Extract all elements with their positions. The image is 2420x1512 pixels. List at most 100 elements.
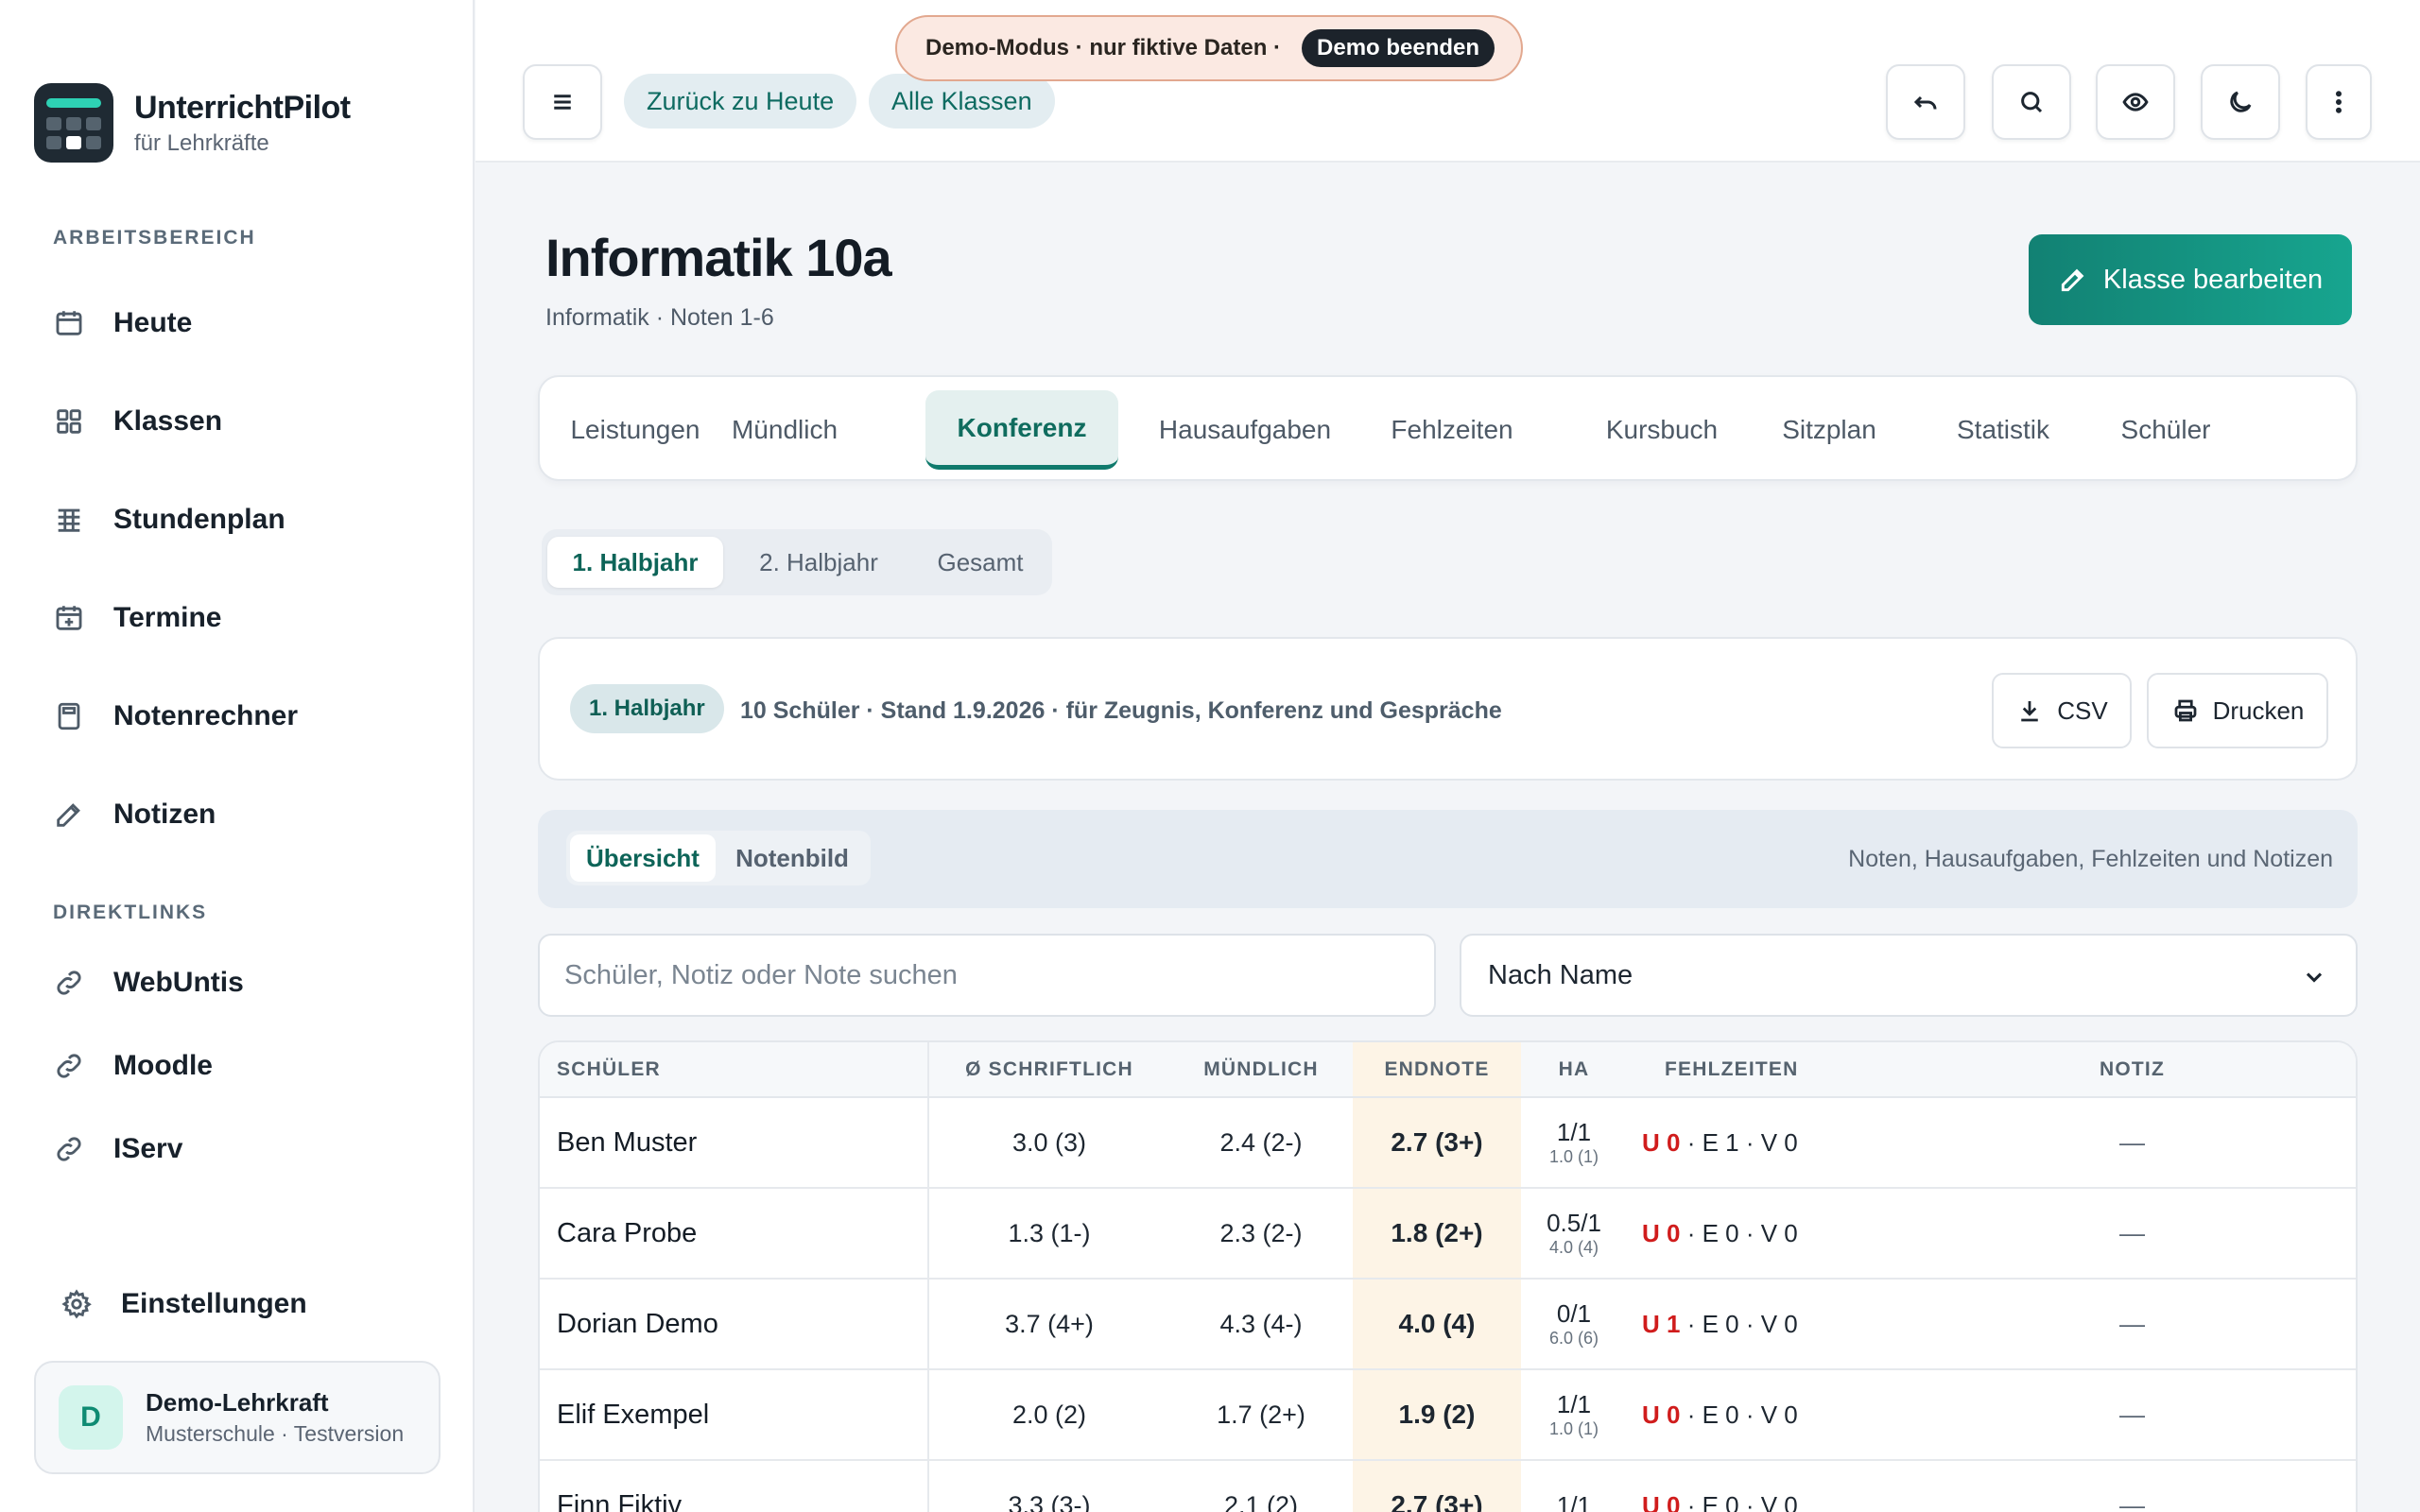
tab-leistungen[interactable]: Leistungen: [568, 390, 702, 470]
absences-rest: · E 0 · V 0: [1680, 1218, 1798, 1247]
unexcused-count: U 1: [1642, 1309, 1681, 1338]
table-row[interactable]: Ben Muster 3.0 (3) 2.4 (2-) 2.7 (3+) 1/1…: [540, 1097, 2356, 1189]
homework-grade: 4.0 (4): [1548, 1238, 1599, 1257]
summary-text: 10 Schüler · Stand 1.9.2026 · für Zeugni…: [740, 697, 1502, 724]
unexcused-count: U 0: [1642, 1490, 1681, 1512]
note-cell[interactable]: —: [1905, 1279, 2356, 1370]
view-switch: Übersicht Notenbild: [566, 831, 871, 885]
homework-ratio: 1/1: [1556, 1491, 1592, 1512]
edit-class-button[interactable]: Klasse bearbeiten: [2029, 234, 2352, 325]
sort-select-value: Nach Name: [1488, 959, 1634, 990]
sort-select[interactable]: Nach Name: [1460, 934, 2358, 1017]
link-icon: [57, 971, 81, 995]
note-cell[interactable]: —: [1905, 1369, 2356, 1461]
sidebar-link-webuntis[interactable]: WebUntis: [53, 954, 431, 1011]
written-average: 1.3 (1-): [928, 1188, 1169, 1280]
header-oral[interactable]: MÜNDLICH: [1169, 1042, 1353, 1098]
homework-grade: 6.0 (6): [1548, 1329, 1599, 1348]
back-to-today-button[interactable]: Zurück zu Heute: [624, 74, 857, 129]
note-cell[interactable]: —: [1905, 1460, 2356, 1512]
absences-cell: U 0 · E 0 · V 0: [1627, 1369, 1905, 1461]
absences-rest: · E 0 · V 0: [1680, 1309, 1798, 1338]
view-overview[interactable]: Übersicht: [570, 834, 716, 882]
user-card[interactable]: D Demo-Lehrkraft Musterschule · Testvers…: [34, 1361, 441, 1474]
oral-grade: 2.1 (2): [1169, 1460, 1353, 1512]
menu-button[interactable]: [523, 64, 602, 140]
tab-kursbuch[interactable]: Kursbuch: [1591, 390, 1733, 470]
all-classes-button[interactable]: Alle Klassen: [869, 74, 1055, 129]
printer-icon: [2174, 699, 2196, 722]
note-cell[interactable]: —: [1905, 1097, 2356, 1189]
print-button[interactable]: Drucken: [2147, 673, 2328, 748]
header-absences[interactable]: FEHLZEITEN: [1627, 1042, 1905, 1098]
more-vertical-icon: [2336, 91, 2342, 113]
sidebar-item-heute[interactable]: Heute: [53, 295, 431, 352]
brand[interactable]: UnterrichtPilot für Lehrkräfte: [34, 83, 351, 163]
end-demo-button[interactable]: Demo beenden: [1302, 29, 1495, 67]
sidebar-item-label: Moodle: [113, 1050, 213, 1081]
sidebar-item-label: Einstellungen: [121, 1288, 307, 1319]
header-written[interactable]: Ø SCHRIFTLICH: [928, 1042, 1169, 1098]
edit-class-label: Klasse bearbeiten: [2102, 264, 2324, 295]
undo-icon: [1913, 95, 1937, 110]
eye-icon: [2122, 93, 2149, 112]
undo-button[interactable]: [1886, 64, 1965, 140]
table-row[interactable]: Finn Fiktiv 3.3 (3-) 2.1 (2) 2.7 (3+) 1/…: [540, 1460, 2356, 1512]
semester-option-1[interactable]: 1. Halbjahr: [547, 537, 723, 588]
header-student[interactable]: SCHÜLER: [540, 1042, 929, 1098]
homework-ratio: 0.5/1: [1547, 1209, 1601, 1237]
preview-button[interactable]: [2096, 64, 2175, 140]
header-homework[interactable]: HA: [1521, 1042, 1627, 1098]
header-final[interactable]: ENDNOTE: [1353, 1042, 1521, 1098]
sidebar-item-stundenplan[interactable]: Stundenplan: [53, 491, 431, 548]
sidebar-link-moodle[interactable]: Moodle: [53, 1038, 431, 1094]
sidebar-item-notizen[interactable]: Notizen: [53, 786, 431, 843]
app-name: UnterrichtPilot: [134, 89, 351, 126]
oral-grade: 4.3 (4-): [1169, 1279, 1353, 1370]
tab-konferenz[interactable]: Konferenz: [925, 390, 1118, 470]
tab-muendlich[interactable]: Mündlich: [717, 390, 852, 470]
tab-hausaufgaben[interactable]: Hausaufgaben: [1150, 390, 1340, 470]
dark-mode-button[interactable]: [2201, 64, 2280, 140]
view-grade-distribution[interactable]: Notenbild: [719, 834, 865, 882]
student-name[interactable]: Dorian Demo: [540, 1279, 929, 1370]
homework-grade: 1.0 (1): [1548, 1419, 1599, 1438]
more-button[interactable]: [2306, 64, 2372, 140]
header-note[interactable]: NOTIZ: [1905, 1042, 2356, 1098]
sidebar-link-iserv[interactable]: IServ: [53, 1121, 431, 1177]
tab-sitzplan[interactable]: Sitzplan: [1763, 390, 1895, 470]
student-search-input[interactable]: [538, 934, 1436, 1017]
table-row[interactable]: Dorian Demo 3.7 (4+) 4.3 (4-) 4.0 (4) 0/…: [540, 1279, 2356, 1370]
tab-statistik[interactable]: Statistik: [1927, 390, 2079, 470]
student-name[interactable]: Finn Fiktiv: [540, 1460, 929, 1512]
search-button[interactable]: [1992, 64, 2071, 140]
final-grade: 1.8 (2+): [1353, 1188, 1521, 1280]
sidebar-item-termine[interactable]: Termine: [53, 590, 431, 646]
csv-label: CSV: [2057, 696, 2108, 725]
sidebar-item-notenrechner[interactable]: Notenrechner: [53, 688, 431, 745]
sidebar-item-label: Stundenplan: [113, 504, 285, 535]
tab-fehlzeiten[interactable]: Fehlzeiten: [1381, 390, 1523, 470]
demo-banner: Demo-Modus · nur fiktive Daten · Demo be…: [895, 15, 1523, 81]
absences-cell: U 0 · E 0 · V 0: [1627, 1460, 1905, 1512]
semester-option-total[interactable]: Gesamt: [912, 537, 1048, 588]
student-name[interactable]: Elif Exempel: [540, 1369, 929, 1461]
tab-schueler[interactable]: Schüler: [2090, 390, 2241, 470]
homework-ratio: 0/1: [1556, 1299, 1592, 1328]
csv-export-button[interactable]: CSV: [1992, 673, 2132, 748]
homework-cell: 1/1 1.0 (1): [1521, 1097, 1627, 1189]
student-name[interactable]: Ben Muster: [540, 1097, 929, 1189]
sidebar-item-label: IServ: [113, 1133, 183, 1164]
semester-badge: 1. Halbjahr: [570, 684, 724, 733]
table-row[interactable]: Cara Probe 1.3 (1-) 2.3 (2-) 1.8 (2+) 0.…: [540, 1188, 2356, 1280]
sidebar-item-klassen[interactable]: Klassen: [53, 393, 431, 450]
note-cell[interactable]: —: [1905, 1188, 2356, 1280]
table-row[interactable]: Elif Exempel 2.0 (2) 1.7 (2+) 1.9 (2) 1/…: [540, 1369, 2356, 1461]
pen-icon: [57, 803, 80, 827]
link-icon: [57, 1137, 81, 1161]
absences-rest: · E 1 · V 0: [1680, 1127, 1798, 1157]
sidebar-item-einstellungen[interactable]: Einstellungen: [60, 1276, 439, 1332]
semester-option-2[interactable]: 2. Halbjahr: [731, 537, 907, 588]
class-tabs: Leistungen Mündlich Konferenz Hausaufgab…: [538, 375, 2358, 481]
student-name[interactable]: Cara Probe: [540, 1188, 929, 1280]
